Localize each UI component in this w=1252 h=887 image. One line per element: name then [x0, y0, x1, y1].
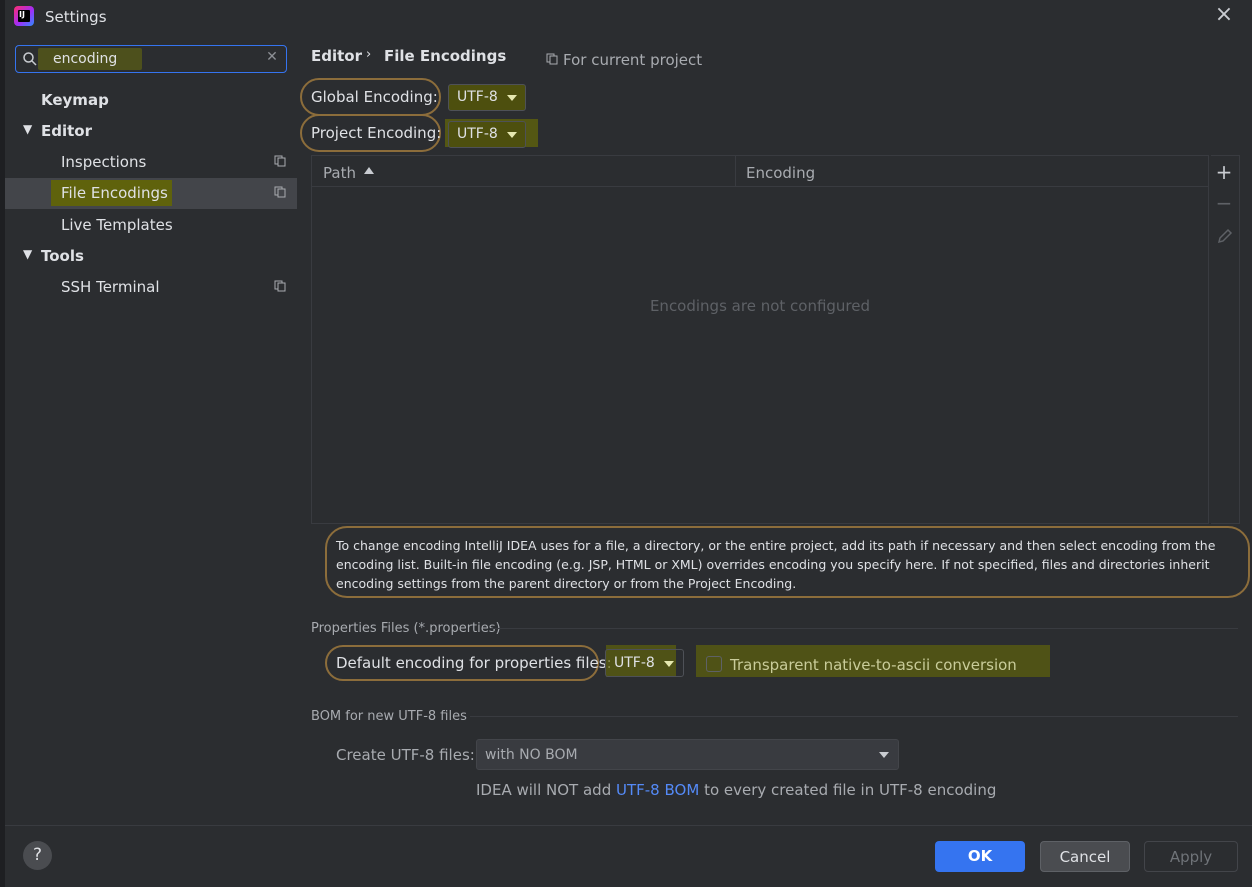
global-encoding-select[interactable]: UTF-8 — [448, 84, 526, 111]
page-title: File Encodings — [384, 47, 507, 65]
properties-encoding-value: UTF-8 — [614, 655, 655, 671]
sidebar-item-keymap[interactable]: Keymap — [41, 85, 109, 115]
encoding-help-text: To change encoding IntelliJ IDEA uses fo… — [336, 538, 1216, 591]
bom-note-prefix: IDEA will NOT add — [476, 781, 612, 799]
sidebar-item-file-encodings[interactable]: File Encodings — [61, 178, 168, 208]
search-input[interactable] — [53, 49, 253, 69]
sort-ascending-icon — [364, 167, 374, 174]
native-to-ascii-label[interactable]: Transparent native-to-ascii conversion — [730, 656, 1017, 674]
properties-encoding-select[interactable]: UTF-8 — [605, 649, 684, 677]
global-encoding-label: Global Encoding: — [311, 88, 438, 106]
ok-button[interactable]: OK — [935, 841, 1025, 872]
create-utf8-label: Create UTF-8 files: — [336, 746, 475, 764]
column-divider — [735, 156, 736, 186]
title-bar — [5, 0, 1252, 36]
search-icon — [23, 52, 37, 66]
expand-triangle-icon[interactable]: ▼ — [23, 122, 32, 136]
bottom-separator — [5, 825, 1252, 826]
project-encoding-select[interactable]: UTF-8 — [448, 121, 526, 148]
intellij-app-icon: IJ — [14, 6, 34, 26]
bom-note: IDEA will NOT add UTF-8 BOM to every cre… — [476, 781, 996, 799]
breadcrumb-separator: › — [366, 47, 372, 62]
path-encoding-table[interactable]: Path Encoding Encodings are not configur… — [311, 155, 1209, 524]
window-title: Settings — [45, 8, 107, 26]
sidebar-item-ssh-terminal[interactable]: SSH Terminal — [61, 272, 159, 302]
close-icon[interactable]: × — [1213, 4, 1235, 26]
sidebar-item-editor[interactable]: Editor — [41, 116, 92, 146]
native-to-ascii-checkbox[interactable] — [706, 656, 722, 672]
properties-default-encoding-label: Default encoding for properties files: — [336, 654, 612, 672]
project-scope-icon — [274, 280, 286, 292]
project-encoding-value: UTF-8 — [457, 126, 498, 142]
column-header-path[interactable]: Path — [323, 164, 356, 182]
settings-sidebar — [5, 36, 299, 825]
utf8-bom-link[interactable]: UTF-8 BOM — [616, 781, 699, 799]
empty-table-text: Encodings are not configured — [649, 297, 871, 315]
settings-search-box[interactable]: ✕ — [15, 45, 287, 73]
dropdown-arrow-icon — [879, 752, 889, 758]
section-separator — [490, 628, 1238, 629]
project-scope-icon — [274, 186, 286, 198]
properties-section-title: Properties Files (*.properties) — [311, 621, 501, 636]
bom-note-suffix: to every created file in UTF-8 encoding — [704, 781, 997, 799]
global-encoding-value: UTF-8 — [457, 89, 498, 105]
dropdown-arrow-icon — [664, 661, 674, 667]
sidebar-item-live-templates[interactable]: Live Templates — [61, 210, 173, 240]
dropdown-arrow-icon — [507, 95, 517, 101]
sidebar-item-tools[interactable]: Tools — [41, 241, 84, 271]
section-separator — [470, 716, 1238, 717]
cancel-button[interactable]: Cancel — [1040, 841, 1130, 872]
bom-section-title: BOM for new UTF-8 files — [311, 709, 467, 724]
dropdown-arrow-icon — [507, 132, 517, 138]
project-scope-icon — [274, 155, 286, 167]
breadcrumb-editor[interactable]: Editor — [311, 47, 362, 65]
apply-button[interactable]: Apply — [1144, 841, 1238, 872]
clear-search-icon[interactable]: ✕ — [264, 49, 280, 67]
remove-icon[interactable]: − — [1214, 193, 1234, 213]
edit-pencil-icon[interactable] — [1217, 228, 1233, 244]
expand-triangle-icon[interactable]: ▼ — [23, 247, 32, 261]
column-header-encoding[interactable]: Encoding — [746, 164, 815, 182]
sidebar-item-inspections[interactable]: Inspections — [61, 147, 146, 177]
bom-select[interactable]: with NO BOM — [476, 739, 899, 770]
project-encoding-label: Project Encoding: — [311, 124, 442, 142]
add-icon[interactable]: + — [1214, 162, 1234, 182]
help-button[interactable]: ? — [23, 841, 52, 870]
scope-label: For current project — [563, 51, 703, 69]
bom-select-value: with NO BOM — [485, 747, 578, 763]
project-scope-icon — [546, 53, 558, 65]
